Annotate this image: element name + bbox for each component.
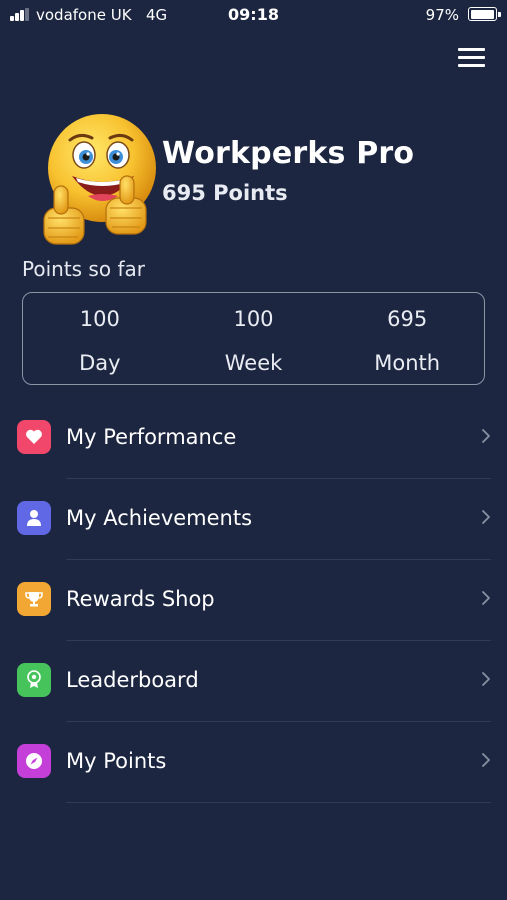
chevron-right-icon xyxy=(482,591,490,605)
trophy-icon xyxy=(17,582,51,616)
menu-item-label: Leaderboard xyxy=(66,668,199,692)
stat-week-label: Week xyxy=(224,351,283,375)
stat-day-value: 100 xyxy=(79,307,120,331)
avatar xyxy=(36,112,160,252)
battery-nub xyxy=(498,12,501,17)
heart-icon xyxy=(17,420,51,454)
chevron-right-icon xyxy=(482,429,490,443)
battery-level xyxy=(470,9,494,19)
stat-week-value: 100 xyxy=(233,307,274,331)
stat-month: 695 Month xyxy=(330,293,484,384)
menu-item-my-achievements[interactable]: My Achievements xyxy=(0,479,507,560)
stat-day-label: Day xyxy=(79,351,121,375)
stat-week: 100 Week xyxy=(177,293,331,384)
menu-item-label: Rewards Shop xyxy=(66,587,215,611)
thumbs-up-emoji-icon xyxy=(43,114,156,245)
menu-item-rewards-shop[interactable]: Rewards Shop xyxy=(0,560,507,641)
battery-percentage: 97% xyxy=(425,6,459,24)
profile-points: 695 Points xyxy=(162,181,288,205)
divider xyxy=(66,802,491,803)
profile-name: Workperks Pro xyxy=(162,136,415,171)
chevron-right-icon xyxy=(482,672,490,686)
points-section-label: Points so far xyxy=(22,257,145,281)
chevron-right-icon xyxy=(482,753,490,767)
menu-item-label: My Points xyxy=(66,749,167,773)
points-summary-card: 100 Day 100 Week 695 Month xyxy=(22,292,485,385)
leaderboard-icon xyxy=(17,663,51,697)
stat-month-value: 695 xyxy=(387,307,428,331)
menu-item-my-performance[interactable]: My Performance xyxy=(0,398,507,479)
menu-item-label: My Performance xyxy=(66,425,237,449)
chevron-right-icon xyxy=(482,510,490,524)
hamburger-menu-icon[interactable] xyxy=(452,40,492,74)
stat-day: 100 Day xyxy=(23,293,177,384)
battery-icon xyxy=(468,7,497,21)
menu-list: My Performance My Achievements Rewards S… xyxy=(0,398,507,803)
status-bar: vodafone UK 4G 09:18 97% xyxy=(0,0,507,30)
app-screen: vodafone UK 4G 09:18 97% Workperks Pro 6… xyxy=(0,0,507,900)
menu-item-leaderboard[interactable]: Leaderboard xyxy=(0,641,507,722)
menu-item-label: My Achievements xyxy=(66,506,253,530)
compass-icon xyxy=(17,744,51,778)
person-icon xyxy=(17,501,51,535)
stat-month-label: Month xyxy=(374,351,441,375)
menu-item-my-points[interactable]: My Points xyxy=(0,722,507,803)
